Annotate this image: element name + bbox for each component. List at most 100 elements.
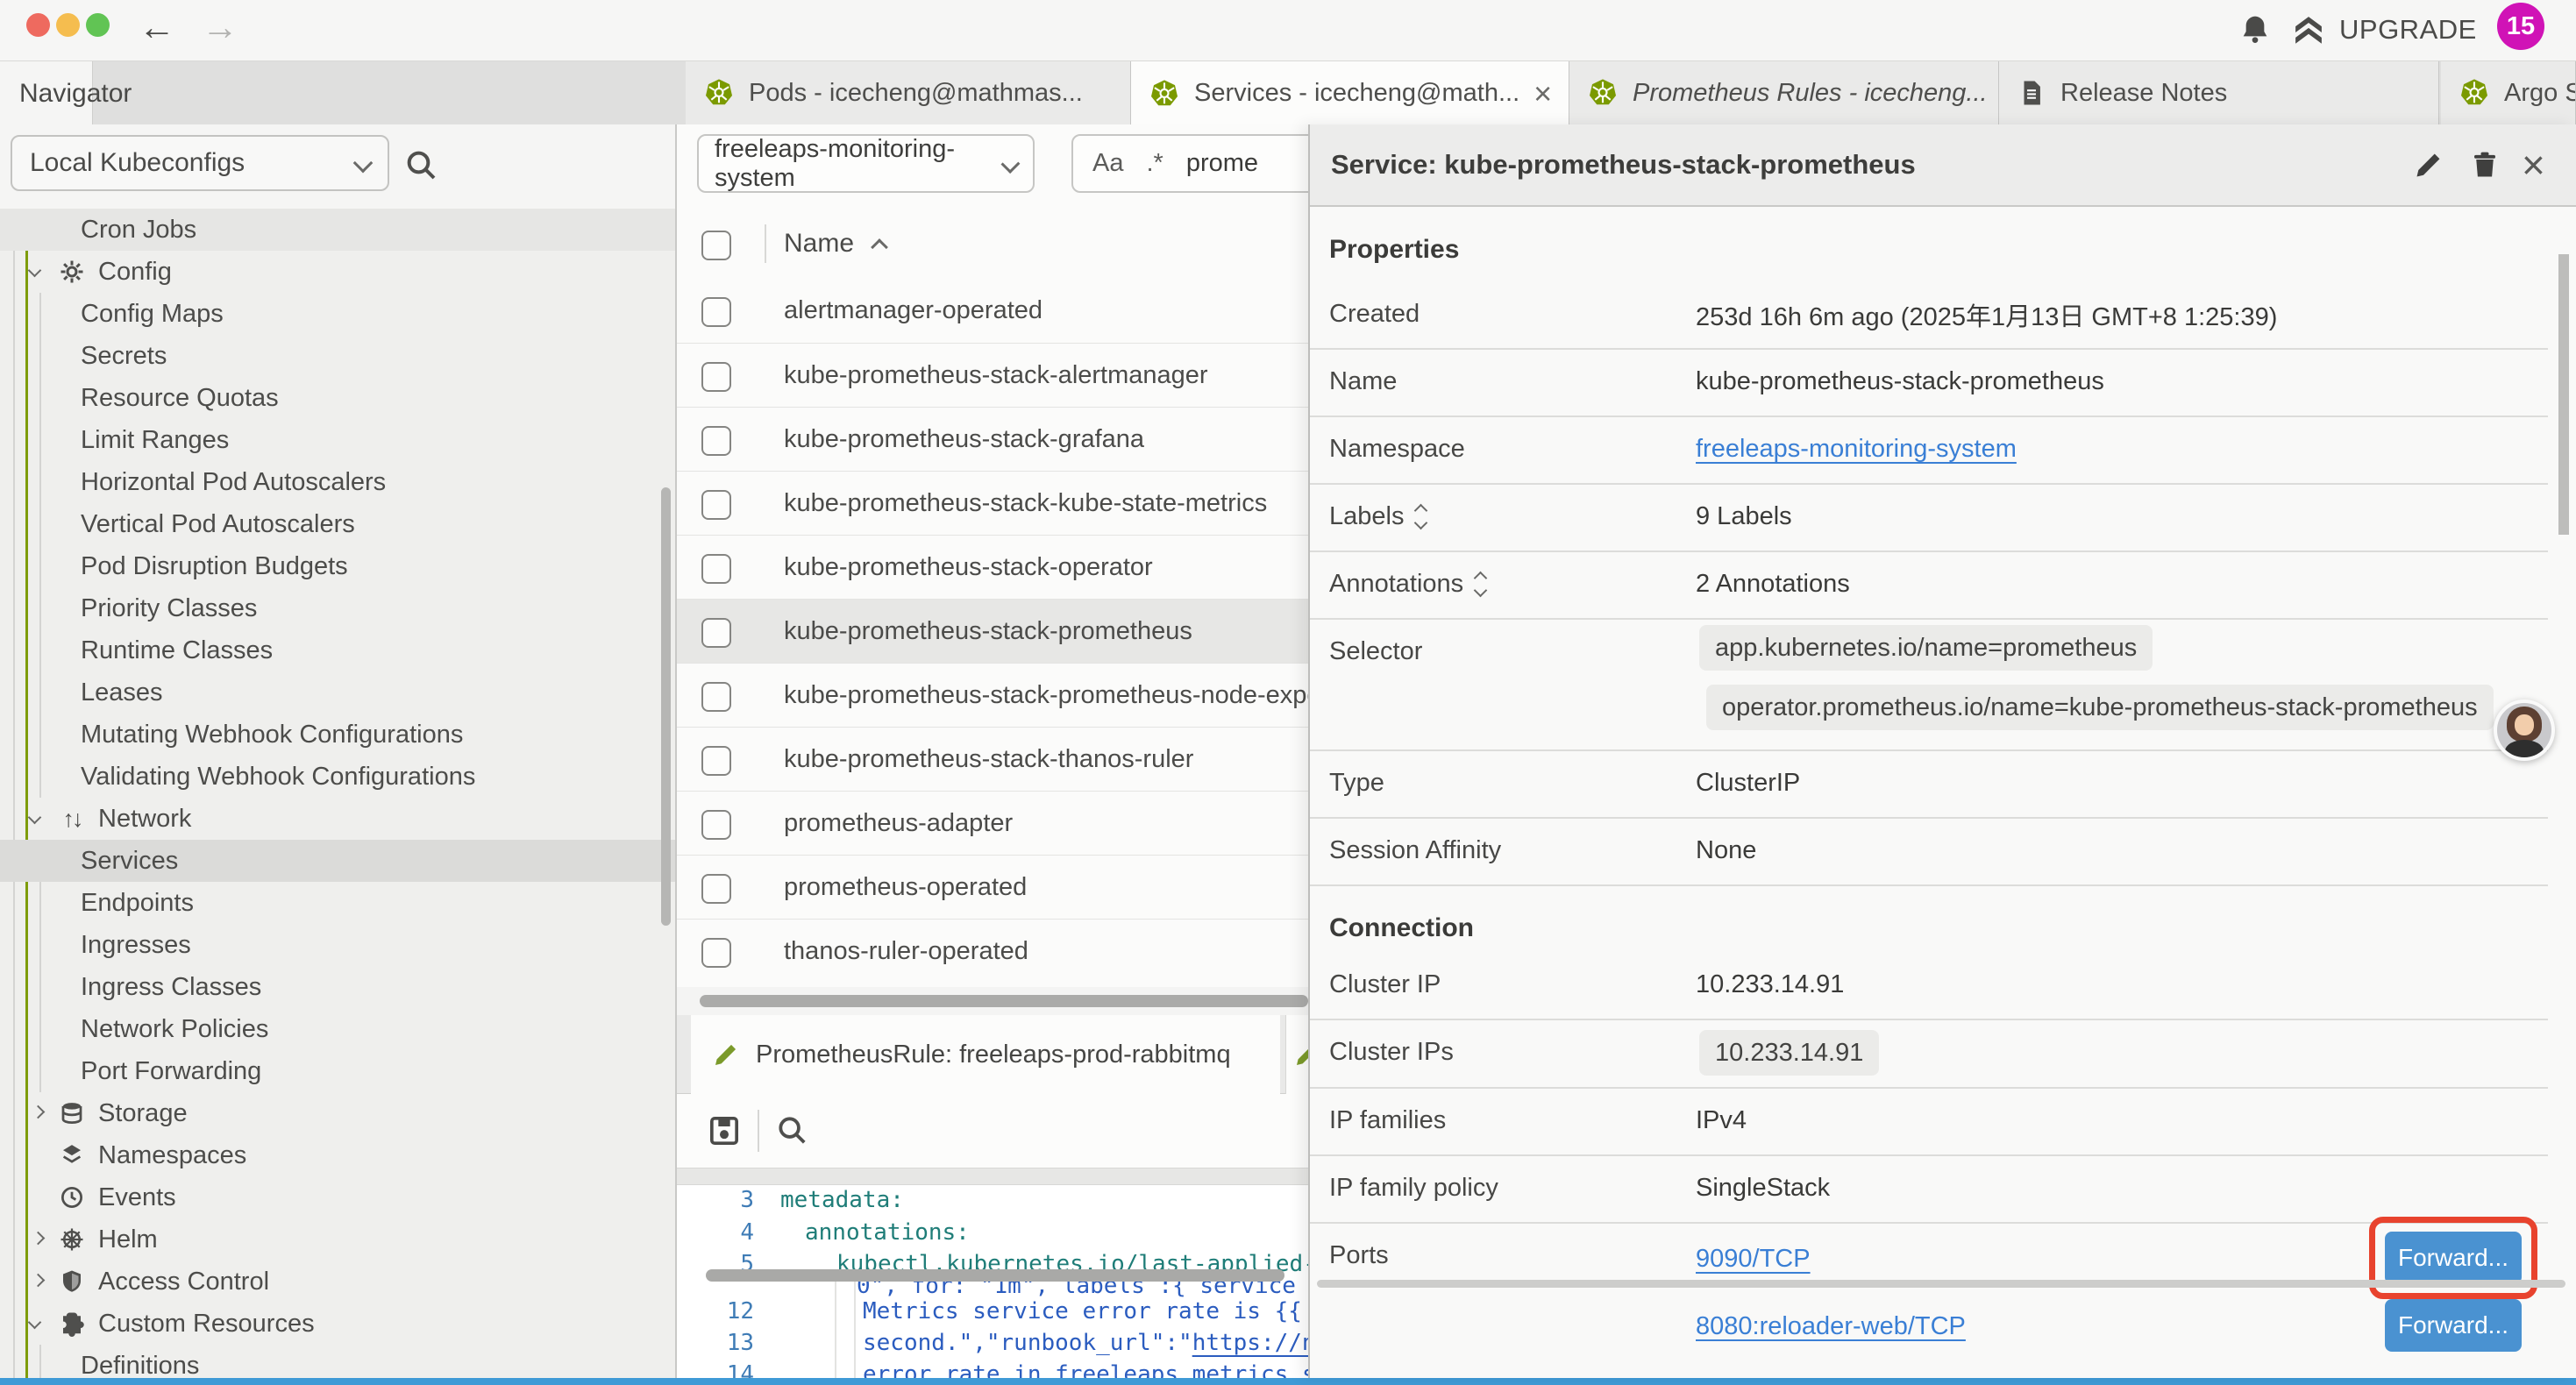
- port-link-9090-tcp[interactable]: 9090/TCP: [1696, 1245, 1811, 1274]
- namespace-link[interactable]: freeleaps-monitoring-system: [1696, 416, 2017, 483]
- sidebar-item-limit-ranges[interactable]: Limit Ranges: [0, 419, 675, 461]
- table-row-kube-prometheus-stack-alertmanager[interactable]: kube-prometheus-stack-alertmanager: [677, 343, 1308, 407]
- sidebar-item-port-forwarding[interactable]: Port Forwarding: [0, 1050, 675, 1092]
- match-case-toggle[interactable]: Aa: [1092, 149, 1123, 178]
- row-checkbox[interactable]: [701, 554, 731, 584]
- sidebar-item-vertical-pod-autoscalers[interactable]: Vertical Pod Autoscalers: [0, 503, 675, 545]
- sidebar-item-resource-quotas[interactable]: Resource Quotas: [0, 377, 675, 419]
- tab-argo-se[interactable]: Argo Se: [2441, 61, 2576, 124]
- tree-chevron-right-icon[interactable]: [32, 1232, 46, 1246]
- sidebar-scrollbar[interactable]: [661, 487, 671, 926]
- sidebar-item-definitions[interactable]: Definitions: [0, 1345, 675, 1378]
- sidebar-item-access-control[interactable]: Access Control: [0, 1261, 675, 1303]
- code-link[interactable]: https://netc: [1192, 1330, 1308, 1356]
- sidebar-item-events[interactable]: Events: [0, 1176, 675, 1218]
- sidebar-item-config[interactable]: Config: [0, 251, 675, 293]
- table-row-thanos-ruler-operated[interactable]: thanos-ruler-operated: [677, 919, 1308, 983]
- table-row-kube-prometheus-stack-grafana[interactable]: kube-prometheus-stack-grafana: [677, 407, 1308, 471]
- user-avatar[interactable]: [2494, 700, 2555, 761]
- notification-bell-icon[interactable]: [2238, 12, 2273, 47]
- kubeconfig-selector[interactable]: Local Kubeconfigs: [11, 135, 389, 191]
- row-checkbox[interactable]: [701, 297, 731, 327]
- sidebar-item-network-policies[interactable]: Network Policies: [0, 1008, 675, 1050]
- row-checkbox[interactable]: [701, 682, 731, 712]
- sidebar-item-namespaces[interactable]: Namespaces: [0, 1134, 675, 1176]
- sidebar-item-cron-jobs[interactable]: Cron Jobs: [0, 209, 675, 251]
- tree-chevron-down-icon[interactable]: [28, 264, 42, 278]
- sidebar-item-priority-classes[interactable]: Priority Classes: [0, 587, 675, 629]
- tab-pods-icecheng-mathmas[interactable]: Pods - icecheng@mathmas...: [686, 61, 1131, 124]
- tab-release-notes[interactable]: Release Notes: [1999, 61, 2439, 124]
- sidebar-item-mutating-webhook-configurations[interactable]: Mutating Webhook Configurations: [0, 714, 675, 756]
- sidebar-item-ingresses[interactable]: Ingresses: [0, 924, 675, 966]
- notification-count-badge[interactable]: 15: [2497, 3, 2544, 50]
- tab-close-icon[interactable]: ×: [1534, 78, 1552, 110]
- expand-collapse-icon[interactable]: [1476, 573, 1485, 595]
- search-icon[interactable]: [403, 147, 438, 182]
- sidebar-item-network[interactable]: ↑↓Network: [0, 798, 675, 840]
- tree-chevron-down-icon[interactable]: [28, 1316, 42, 1330]
- edit-pencil-icon[interactable]: [2413, 149, 2444, 181]
- port-link-8080-reloader-web-tcp[interactable]: 8080:reloader-web/TCP: [1696, 1312, 1966, 1341]
- row-checkbox[interactable]: [701, 810, 731, 840]
- scrollbar-thumb[interactable]: [700, 995, 1308, 1007]
- back-arrow-icon[interactable]: ←: [139, 6, 175, 48]
- row-checkbox[interactable]: [701, 746, 731, 776]
- sidebar-item-helm[interactable]: Helm: [0, 1218, 675, 1261]
- editor-tab-prometheusrule[interactable]: PrometheusRule: freeleaps-prod-rabbitmq: [691, 1015, 1280, 1094]
- forward-button[interactable]: Forward...: [2385, 1299, 2522, 1352]
- column-header-name[interactable]: Name: [784, 209, 886, 279]
- row-checkbox[interactable]: [701, 938, 731, 968]
- editor-horizontal-scrollbar[interactable]: [706, 1269, 1284, 1282]
- row-checkbox[interactable]: [701, 362, 731, 392]
- detail-vertical-scrollbar[interactable]: [2558, 254, 2569, 535]
- forward-arrow-icon[interactable]: →: [202, 6, 238, 48]
- sidebar-item-endpoints[interactable]: Endpoints: [0, 882, 675, 924]
- tab-services-icecheng-math[interactable]: Services - icecheng@math...×: [1131, 61, 1569, 125]
- sidebar-item-secrets[interactable]: Secrets: [0, 335, 675, 377]
- regex-toggle[interactable]: .*: [1146, 149, 1163, 178]
- window-minimize-button[interactable]: [56, 13, 80, 37]
- sidebar-item-storage[interactable]: Storage: [0, 1092, 675, 1134]
- sidebar-item-ingress-classes[interactable]: Ingress Classes: [0, 966, 675, 1008]
- upgrade-button[interactable]: UPGRADE: [2290, 11, 2477, 48]
- table-row-kube-prometheus-stack-prometheus[interactable]: kube-prometheus-stack-prometheus: [677, 599, 1308, 663]
- table-row-kube-prometheus-stack-thanos-ruler[interactable]: kube-prometheus-stack-thanos-ruler: [677, 727, 1308, 791]
- table-row-kube-prometheus-stack-kube-state-m[interactable]: kube-prometheus-stack-kube-state-metrics: [677, 471, 1308, 535]
- window-maximize-button[interactable]: [86, 13, 110, 37]
- sidebar-item-custom-resources[interactable]: Custom Resources: [0, 1303, 675, 1345]
- table-row-kube-prometheus-stack-operator[interactable]: kube-prometheus-stack-operator: [677, 535, 1308, 599]
- select-all-checkbox[interactable]: [701, 231, 731, 260]
- editor-tab-partial[interactable]: [1285, 1015, 1308, 1094]
- delete-trash-icon[interactable]: [2469, 149, 2501, 181]
- detail-horizontal-scrollbar[interactable]: [1317, 1280, 2565, 1288]
- row-checkbox[interactable]: [701, 490, 731, 520]
- tree-chevron-right-icon[interactable]: [32, 1105, 46, 1119]
- yaml-editor[interactable]: 3metadata:4annotations:5kubectl.kubernet…: [677, 1185, 1308, 1378]
- navigator-pane-tab[interactable]: Navigator: [0, 61, 93, 125]
- row-checkbox[interactable]: [701, 426, 731, 456]
- table-row-kube-prometheus-stack-prometheus-n[interactable]: kube-prometheus-stack-prometheus-node-ex…: [677, 663, 1308, 727]
- window-close-button[interactable]: [26, 13, 50, 37]
- sidebar-item-services[interactable]: Services: [0, 840, 675, 882]
- table-row-prometheus-operated[interactable]: prometheus-operated: [677, 855, 1308, 919]
- sidebar-item-validating-webhook-configurations[interactable]: Validating Webhook Configurations: [0, 756, 675, 798]
- editor-search-icon[interactable]: [775, 1113, 808, 1147]
- sidebar-item-runtime-classes[interactable]: Runtime Classes: [0, 629, 675, 671]
- tab-prometheus-rules-icecheng[interactable]: Prometheus Rules - icecheng...: [1569, 61, 1999, 124]
- table-row-alertmanager-operated[interactable]: alertmanager-operated: [677, 279, 1308, 343]
- expand-collapse-icon[interactable]: [1416, 506, 1426, 528]
- sidebar-item-leases[interactable]: Leases: [0, 671, 675, 714]
- save-icon[interactable]: [707, 1113, 742, 1148]
- row-checkbox[interactable]: [701, 618, 731, 648]
- table-row-prometheus-adapter[interactable]: prometheus-adapter: [677, 791, 1308, 855]
- sidebar-item-config-maps[interactable]: Config Maps: [0, 293, 675, 335]
- sidebar-item-horizontal-pod-autoscalers[interactable]: Horizontal Pod Autoscalers: [0, 461, 675, 503]
- close-icon[interactable]: ×: [2522, 131, 2545, 198]
- sidebar-item-pod-disruption-budgets[interactable]: Pod Disruption Budgets: [0, 545, 675, 587]
- tree-chevron-right-icon[interactable]: [32, 1274, 46, 1288]
- row-checkbox[interactable]: [701, 874, 731, 904]
- tree-chevron-down-icon[interactable]: [28, 811, 42, 825]
- filter-input[interactable]: Aa .* prome: [1071, 134, 1308, 193]
- namespace-selector[interactable]: freeleaps-monitoring-system: [697, 134, 1035, 193]
